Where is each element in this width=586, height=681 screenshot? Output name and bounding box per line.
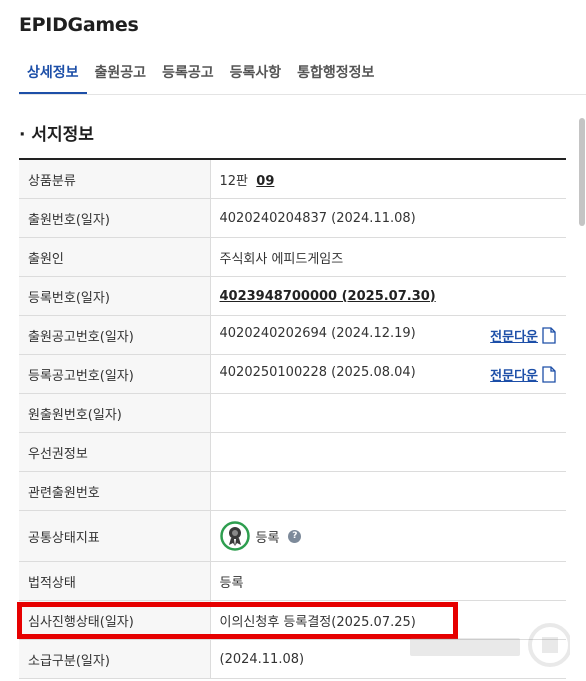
table-row: 소급구분(일자) (2024.11.08) [19, 639, 566, 679]
tab-registration-publication[interactable]: 등록공고 [154, 62, 222, 92]
table-row: 출원공고번호(일자) 4020240202694 (2024.12.19) 전문… [19, 315, 566, 355]
seal-badge-icon [219, 521, 250, 551]
row-label: 소급구분(일자) [19, 639, 211, 679]
section-title: · 서지정보 [19, 125, 94, 145]
row-label: 출원번호(일자) [19, 198, 211, 238]
table-row: 심사진행상태(일자) 이의신청후 등록결정(2025.07.25) [19, 600, 566, 640]
tab-registration-items[interactable]: 등록사항 [222, 62, 290, 92]
table-row: 상품분류 12판 09 [19, 160, 566, 199]
registration-number-link[interactable]: 4023948700000 (2025.07.30) [220, 289, 436, 304]
row-value: (2024.11.08) [210, 639, 566, 679]
row-label: 심사진행상태(일자) [19, 600, 211, 640]
row-label: 상품분류 [19, 160, 211, 199]
table-row: 등록공고번호(일자) 4020250100228 (2025.08.04) 전문… [19, 354, 566, 394]
bibliographic-table: 상품분류 12판 09 출원번호(일자) 4020240204837 (2024… [19, 158, 566, 679]
registration-publication-value: 4020250100228 (2025.08.04) [219, 364, 416, 380]
download-label: 전문다운 [490, 368, 538, 384]
row-value [210, 393, 566, 433]
app-title: EPIDGames [19, 14, 139, 36]
row-value: 4020250100228 (2025.08.04) 전문다운 [210, 354, 566, 394]
row-value [210, 432, 566, 472]
row-value: 4020240202694 (2024.12.19) 전문다운 [210, 315, 566, 355]
scrollbar[interactable] [578, 110, 586, 681]
row-label: 등록공고번호(일자) [19, 354, 211, 394]
row-label: 등록번호(일자) [19, 276, 211, 316]
row-value: 주식회사 에피드게임즈 [210, 237, 566, 277]
tab-admin-info[interactable]: 통합행정정보 [289, 62, 382, 92]
table-row: 원출원번호(일자) [19, 393, 566, 433]
table-row: 법적상태 등록 [19, 561, 566, 601]
common-status-value: 등록 [255, 530, 280, 546]
row-value: 4023948700000 (2025.07.30) [210, 276, 566, 316]
row-value [210, 471, 566, 511]
document-icon [542, 365, 556, 383]
tab-application-publication[interactable]: 출원공고 [87, 62, 155, 92]
download-full-text-button[interactable]: 전문다운 [490, 326, 556, 345]
row-label: 출원인 [19, 237, 211, 277]
row-label: 공통상태지표 [19, 510, 211, 562]
row-value: 12판 09 [210, 160, 566, 199]
table-row: 출원인 주식회사 에피드게임즈 [19, 237, 566, 277]
row-value: 4020240204837 (2024.11.08) [210, 198, 566, 238]
table-row: 공통상태지표 등록 ? [19, 510, 566, 562]
table-row: 관련출원번호 [19, 471, 566, 511]
class-code-link[interactable]: 09 [256, 174, 274, 189]
application-publication-value: 4020240202694 (2024.12.19) [219, 325, 416, 341]
row-value: 등록 ? [210, 510, 566, 562]
download-label: 전문다운 [490, 329, 538, 345]
row-label: 출원공고번호(일자) [19, 315, 211, 355]
tab-detail-info[interactable]: 상세정보 [19, 62, 87, 94]
download-full-text-button[interactable]: 전문다운 [490, 365, 556, 384]
row-label: 우선권정보 [19, 432, 211, 472]
row-value: 등록 [210, 561, 566, 601]
row-value: 이의신청후 등록결정(2025.07.25) [210, 600, 566, 640]
class-edition: 12판 [219, 173, 249, 189]
row-label: 관련출원번호 [19, 471, 211, 511]
question-icon[interactable]: ? [288, 529, 302, 543]
table-row: 출원번호(일자) 4020240204837 (2024.11.08) [19, 198, 566, 238]
row-label: 법적상태 [19, 561, 211, 601]
table-row: 등록번호(일자) 4023948700000 (2025.07.30) [19, 276, 566, 316]
tab-bar: 상세정보 출원공고 등록공고 등록사항 통합행정정보 [19, 62, 586, 95]
document-icon [542, 326, 556, 344]
table-row: 우선권정보 [19, 432, 566, 472]
row-label: 원출원번호(일자) [19, 393, 211, 433]
scrollbar-thumb[interactable] [579, 118, 585, 226]
